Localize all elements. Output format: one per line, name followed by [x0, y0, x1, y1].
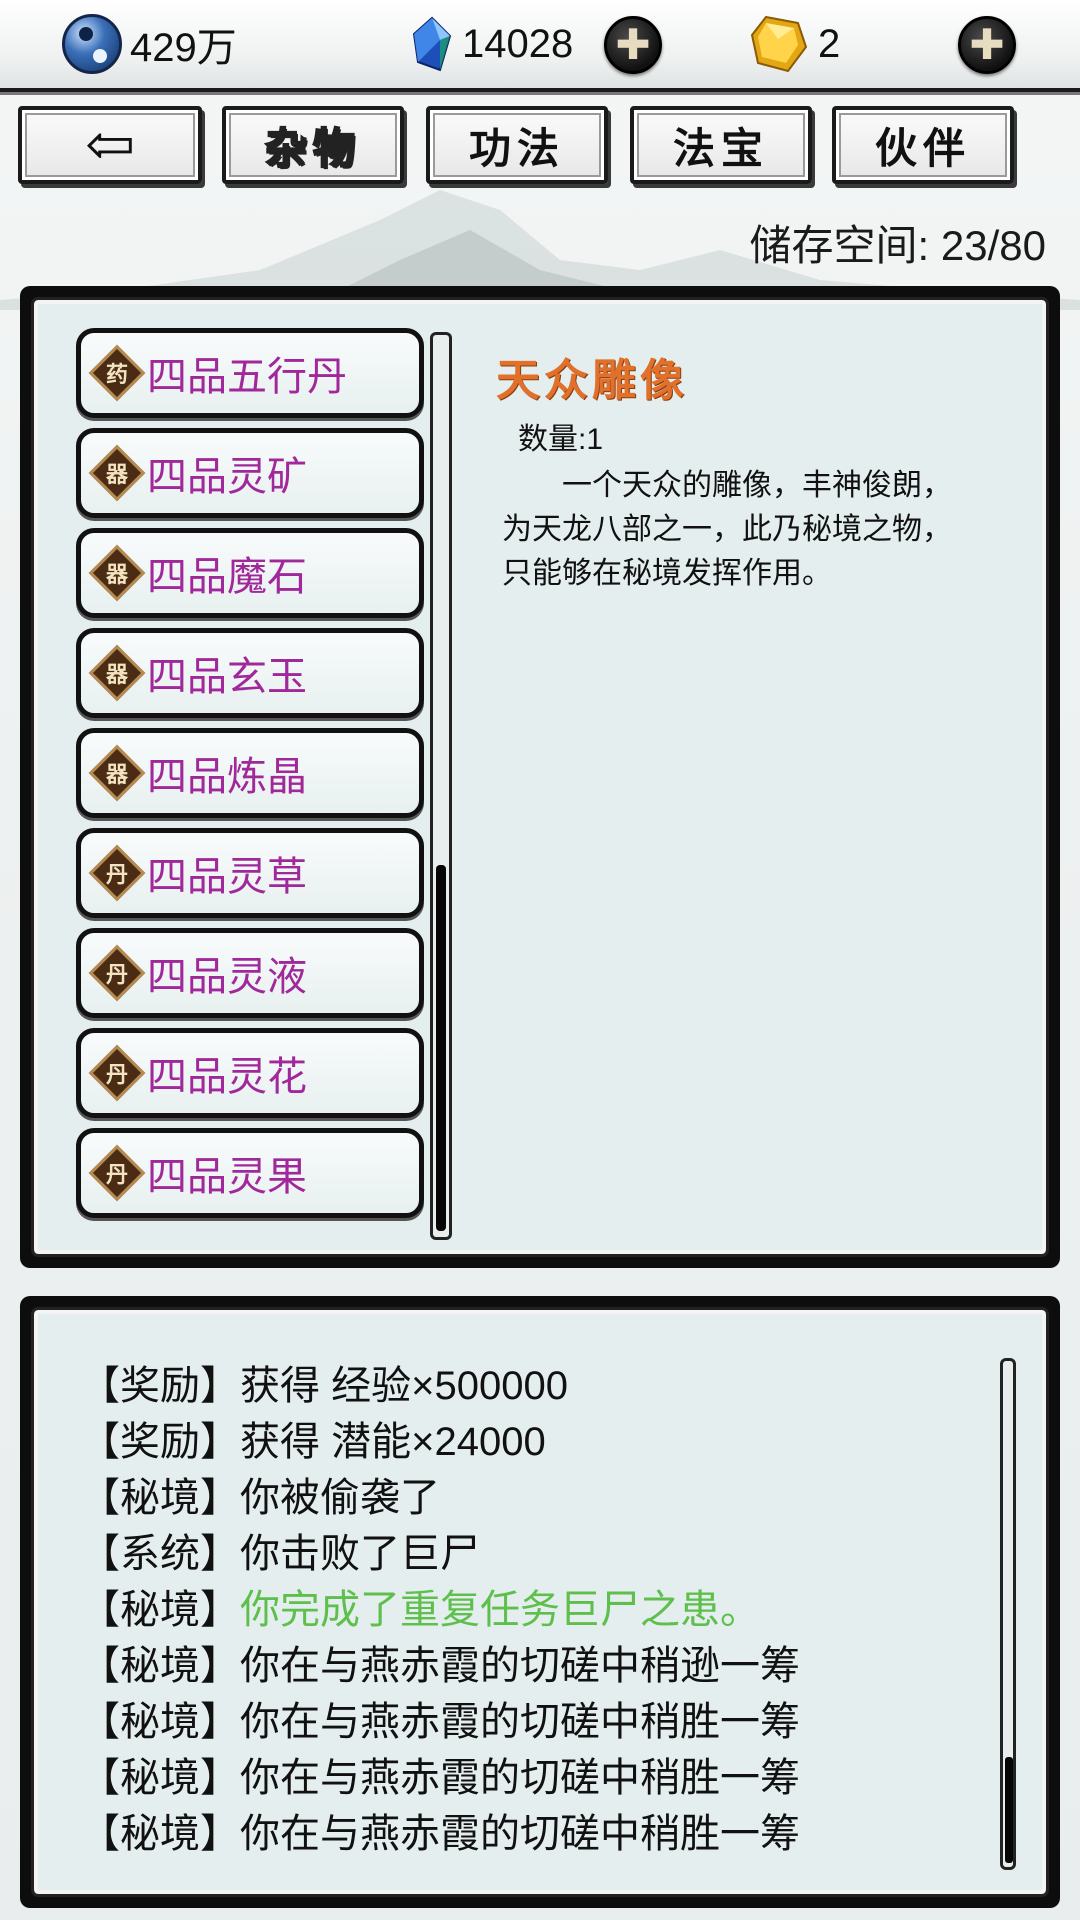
item-detail-description: 一个天众的雕像，丰神俊朗，为天龙八部之一，此乃秘境之物，只能够在秘境发挥作用。: [502, 469, 952, 590]
list-item[interactable]: 器 四品灵矿: [76, 428, 424, 518]
log-tag: 【秘境】: [80, 1476, 240, 1520]
message-log-panel-inner: 【奖励】获得 经验×500000 【奖励】获得 潜能×24000 【秘境】你被偷…: [31, 1307, 1049, 1897]
log-entry: 【秘境】你在与燕赤霞的切磋中稍胜一筹: [80, 1694, 980, 1750]
artifact-material-icon: 器: [88, 744, 146, 802]
artifact-material-icon: 器: [88, 444, 146, 502]
tab-techniques[interactable]: 功法: [426, 106, 608, 184]
tab-techniques-label: 功法: [468, 123, 565, 173]
tab-companions[interactable]: 伙伴: [832, 106, 1014, 184]
list-item[interactable]: 器 四品玄玉: [76, 628, 424, 718]
log-entry: 【秘境】你在与燕赤霞的切磋中稍胜一筹: [80, 1806, 980, 1862]
log-entry: 【秘境】你被偷袭了: [80, 1470, 980, 1526]
tab-treasures[interactable]: 法宝: [630, 106, 812, 184]
storage-capacity: 储存空间: 23/80: [749, 222, 1046, 269]
log-scroll-thumb[interactable]: [1005, 1757, 1013, 1863]
taiji-icon: [62, 14, 122, 74]
log-message: 你完成了重复任务巨尸之患。: [240, 1588, 760, 1632]
log-tag: 【秘境】: [80, 1644, 240, 1688]
medicine-icon: 药: [88, 344, 146, 402]
tab-treasures-label: 法宝: [672, 123, 769, 173]
log-tag: 【秘境】: [80, 1588, 240, 1632]
artifact-material-icon: 器: [88, 544, 146, 602]
list-item[interactable]: 丹 四品灵草: [76, 828, 424, 918]
item-name: 四品灵液: [147, 955, 307, 999]
log-message: 你在与燕赤霞的切磋中稍胜一筹: [240, 1812, 800, 1856]
list-item[interactable]: 丹 四品灵果: [76, 1128, 424, 1218]
log-tag: 【奖励】: [80, 1364, 240, 1408]
tab-companions-label: 伙伴: [874, 123, 971, 173]
log-entry: 【奖励】获得 潜能×24000: [80, 1414, 980, 1470]
log-entry: 【秘境】你在与燕赤霞的切磋中稍胜一筹: [80, 1750, 980, 1806]
log-tag: 【系统】: [80, 1532, 240, 1576]
log-tag: 【秘境】: [80, 1700, 240, 1744]
message-log-panel: 【奖励】获得 经验×500000 【奖励】获得 潜能×24000 【秘境】你被偷…: [20, 1296, 1060, 1908]
list-item[interactable]: 器 四品炼晶: [76, 728, 424, 818]
add-gems-button[interactable]: ✚: [604, 16, 662, 74]
log-tag: 【奖励】: [80, 1420, 240, 1464]
inventory-panel: 药 四品五行丹 器 四品灵矿 器 四品魔石 器 四品玄玉 器 四品炼晶 丹 四品…: [20, 286, 1060, 1268]
artifact-material-icon: 器: [88, 644, 146, 702]
log-message: 获得 经验×500000: [240, 1364, 568, 1408]
elixir-material-icon: 丹: [88, 944, 146, 1002]
item-name: 四品魔石: [147, 555, 307, 599]
log-tag: 【秘境】: [80, 1756, 240, 1800]
log-tag: 【秘境】: [80, 1812, 240, 1856]
spirit-resource: 429万: [62, 14, 237, 74]
list-item[interactable]: 药 四品五行丹: [76, 328, 424, 418]
gem-value: 14028: [462, 21, 574, 66]
item-name: 四品灵果: [147, 1155, 307, 1199]
log-entry: 【系统】你击败了巨尸: [80, 1526, 980, 1582]
gold-value: 2: [818, 21, 841, 66]
add-gold-button[interactable]: ✚: [958, 16, 1016, 74]
item-name: 四品灵矿: [147, 455, 307, 499]
item-detail-title: 天众雕像: [496, 355, 688, 406]
log-message: 你在与燕赤霞的切磋中稍胜一筹: [240, 1756, 800, 1800]
item-list-scrollbar[interactable]: [430, 332, 452, 1240]
log-message: 获得 潜能×24000: [240, 1420, 546, 1464]
list-item[interactable]: 丹 四品灵液: [76, 928, 424, 1018]
gold-gem-icon: [750, 15, 808, 73]
back-button[interactable]: ⇦: [18, 106, 202, 184]
tab-misc[interactable]: 杂物: [222, 106, 404, 184]
item-name: 四品五行丹: [147, 355, 347, 399]
log-entry: 【秘境】你在与燕赤霞的切磋中稍逊一筹: [80, 1638, 980, 1694]
tab-misc-label: 杂物: [264, 123, 361, 174]
item-list-scroll-thumb[interactable]: [436, 865, 446, 1231]
log-message: 你被偷袭了: [240, 1476, 440, 1520]
gold-resource: 2: [748, 14, 840, 74]
item-name: 四品灵草: [147, 855, 307, 899]
back-arrow-icon: ⇦: [84, 110, 136, 180]
list-item[interactable]: 丹 四品灵花: [76, 1028, 424, 1118]
item-name: 四品玄玉: [147, 655, 307, 699]
resource-bar: 429万 14028 ✚ 2 ✚: [0, 0, 1080, 92]
log-scrollbar[interactable]: [1000, 1358, 1016, 1870]
elixir-material-icon: 丹: [88, 844, 146, 902]
elixir-material-icon: 丹: [88, 1044, 146, 1102]
gem-resource: 14028: [410, 14, 573, 74]
list-item[interactable]: 器 四品魔石: [76, 528, 424, 618]
item-name: 四品灵花: [147, 1055, 307, 1099]
item-name: 四品炼晶: [147, 755, 307, 799]
spirit-value: 429万: [130, 26, 237, 70]
message-log[interactable]: 【奖励】获得 经验×500000 【奖励】获得 潜能×24000 【秘境】你被偷…: [80, 1358, 980, 1862]
elixir-material-icon: 丹: [88, 1144, 146, 1202]
log-entry: 【秘境】你完成了重复任务巨尸之患。: [80, 1582, 980, 1638]
log-message: 你在与燕赤霞的切磋中稍胜一筹: [240, 1700, 800, 1744]
log-message: 你在与燕赤霞的切磋中稍逊一筹: [240, 1644, 800, 1688]
log-message: 你击败了巨尸: [240, 1532, 480, 1576]
item-detail-quantity: 数量:1: [518, 423, 604, 456]
inventory-panel-inner: 药 四品五行丹 器 四品灵矿 器 四品魔石 器 四品玄玉 器 四品炼晶 丹 四品…: [31, 297, 1049, 1257]
log-entry: 【奖励】获得 经验×500000: [80, 1358, 980, 1414]
blue-crystal-icon: [412, 16, 452, 72]
